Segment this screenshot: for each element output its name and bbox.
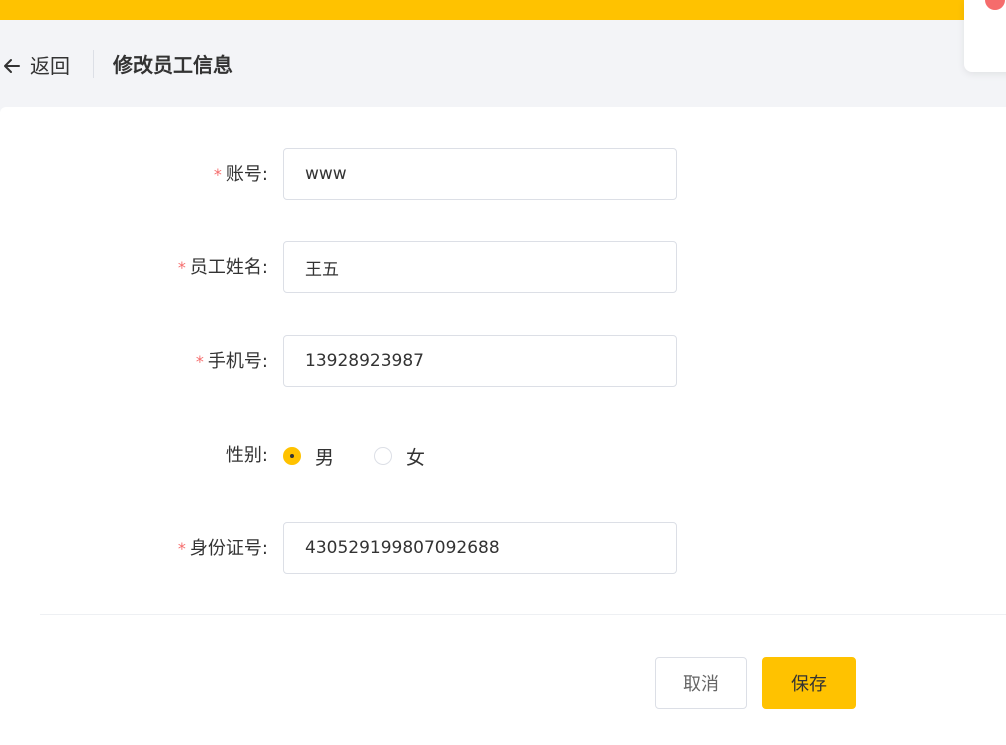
page-title: 修改员工信息 (113, 53, 233, 77)
back-label: 返回 (30, 54, 70, 78)
id-number-label: * 身份证号: (177, 538, 268, 559)
account-input[interactable] (284, 149, 676, 199)
gender-label: 性别: (225, 445, 268, 466)
radio-unchecked-icon (374, 447, 393, 465)
account-field (283, 148, 677, 200)
required-mark: * (177, 258, 186, 277)
save-button[interactable]: 保存 (762, 657, 856, 709)
phone-label: * 手机号: (195, 351, 268, 372)
name-field (283, 241, 677, 293)
back-button[interactable]: 返回 (2, 53, 70, 79)
gender-radio-female[interactable]: 女 (374, 443, 425, 470)
arrow-left-icon (2, 56, 22, 76)
notification-dot-icon (985, 0, 1005, 10)
notification-popup[interactable] (964, 0, 1006, 72)
account-label: * 账号: (213, 164, 268, 185)
name-input[interactable] (284, 242, 676, 292)
form-divider (40, 614, 1006, 615)
phone-field (283, 335, 677, 387)
gender-radio-group: 男 女 (283, 442, 465, 470)
cancel-button[interactable]: 取消 (655, 657, 747, 709)
phone-input[interactable] (284, 336, 676, 386)
id-number-field (283, 522, 677, 574)
gender-radio-male[interactable]: 男 (283, 443, 334, 470)
page-header: 返回 修改员工信息 (0, 20, 1006, 107)
name-label: * 员工姓名: (177, 257, 268, 278)
required-mark: * (213, 165, 222, 184)
radio-label: 男 (315, 446, 335, 469)
form-card: *账号: *员工姓名: *手机号: 性别: 男 女 *身份证号: 取消 保存 (0, 107, 1006, 745)
radio-checked-icon (283, 447, 301, 465)
top-accent-bar (0, 0, 1006, 20)
header-divider (93, 50, 94, 78)
radio-label: 女 (406, 446, 426, 469)
required-mark: * (195, 352, 204, 371)
id-number-input[interactable] (284, 523, 676, 573)
required-mark: * (177, 539, 186, 558)
